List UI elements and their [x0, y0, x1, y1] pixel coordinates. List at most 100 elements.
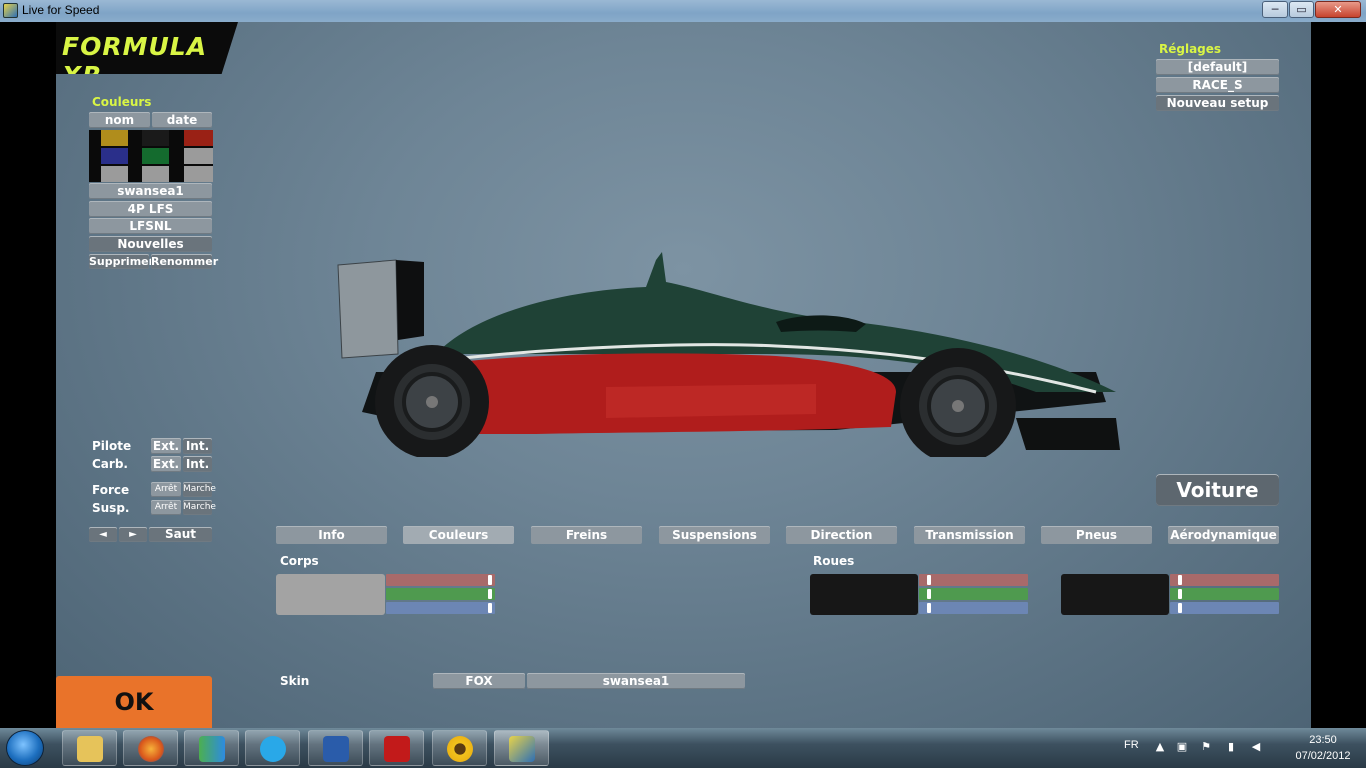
- body-blue-slider[interactable]: [386, 602, 495, 614]
- slider-knob[interactable]: [488, 589, 492, 599]
- colour-swatch[interactable]: [184, 166, 213, 182]
- jump-button[interactable]: Saut: [149, 527, 212, 542]
- word-icon: [323, 736, 349, 762]
- colour-swatch[interactable]: [101, 148, 128, 164]
- clock-time[interactable]: 23:50: [1290, 734, 1356, 746]
- colour-swatch[interactable]: [142, 148, 169, 164]
- maximize-button[interactable]: ▭: [1289, 1, 1314, 18]
- skin-name-field[interactable]: swansea1: [527, 673, 745, 689]
- sort-by-date-button[interactable]: date: [152, 112, 212, 128]
- wheel-colour-swatch-1[interactable]: [810, 574, 918, 615]
- body-colour-swatch[interactable]: [276, 574, 385, 615]
- show-hidden-icons[interactable]: ▲: [1154, 741, 1166, 753]
- sort-by-name-button[interactable]: nom: [89, 112, 150, 128]
- minimize-button[interactable]: ─: [1262, 1, 1288, 18]
- slider-knob[interactable]: [488, 603, 492, 613]
- wheel1-green-slider[interactable]: [919, 588, 1028, 600]
- setup-item[interactable]: [default]: [1156, 59, 1279, 75]
- colour-swatch[interactable]: [184, 148, 213, 164]
- body-green-slider[interactable]: [386, 588, 495, 600]
- body-red-slider[interactable]: [386, 574, 495, 586]
- messenger-icon: [199, 736, 225, 762]
- force-on-button[interactable]: Marche: [183, 482, 216, 497]
- new-colours-button[interactable]: Nouvelles couleurs: [89, 236, 212, 267]
- tab-colours[interactable]: Couleurs: [403, 526, 514, 544]
- colour-scheme-item[interactable]: 4P LFS: [89, 201, 212, 217]
- signal-icon[interactable]: ▮: [1225, 741, 1237, 753]
- susp-on-button[interactable]: Marche: [183, 500, 216, 515]
- start-button[interactable]: [6, 730, 44, 766]
- tab-steering[interactable]: Direction: [786, 526, 897, 544]
- colour-swatch[interactable]: [101, 130, 128, 146]
- taskbar-app-acrobat[interactable]: [369, 730, 424, 766]
- skype-icon: [260, 736, 286, 762]
- tab-transmission[interactable]: Transmission: [914, 526, 1025, 544]
- front-wing: [1016, 418, 1120, 450]
- colour-scheme-item[interactable]: LFSNL: [89, 218, 212, 234]
- taskbar-app-sunflower[interactable]: [432, 730, 487, 766]
- rear-wing: [337, 259, 399, 359]
- ok-button[interactable]: OK: [56, 676, 212, 728]
- setup-item[interactable]: RACE_S: [1156, 77, 1279, 93]
- tab-tyres[interactable]: Pneus: [1041, 526, 1152, 544]
- new-setup-button[interactable]: Nouveau setup: [1156, 95, 1279, 111]
- slider-knob[interactable]: [927, 575, 931, 585]
- taskbar-app-skype[interactable]: [245, 730, 300, 766]
- colour-swatch[interactable]: [184, 130, 213, 146]
- colour-swatch[interactable]: [142, 166, 169, 182]
- force-off-button[interactable]: Arrêt: [151, 482, 181, 497]
- colour-swatch[interactable]: [101, 166, 128, 182]
- wheels-colour-label: Roues: [813, 554, 855, 568]
- colour-scheme-item[interactable]: swansea1: [89, 183, 212, 199]
- taskbar-app-firefox[interactable]: [123, 730, 178, 766]
- flag-icon[interactable]: ⚑: [1200, 741, 1212, 753]
- slider-knob[interactable]: [927, 603, 931, 613]
- rename-colours-button[interactable]: Renommer: [151, 254, 218, 269]
- taskbar-app-messenger[interactable]: [184, 730, 239, 766]
- taskbar-app-word[interactable]: [308, 730, 363, 766]
- right-letterbox: [1311, 22, 1366, 728]
- taskbar-app-file-explorer[interactable]: [62, 730, 117, 766]
- car-preview: [337, 252, 1120, 457]
- garage-screen: FORMULA XR Couleurs nom date swansea1 4P…: [56, 22, 1311, 728]
- skin-car-code[interactable]: FOX: [433, 673, 525, 689]
- fuel-ext-button[interactable]: Ext.: [151, 456, 181, 472]
- wheel2-green-slider[interactable]: [1170, 588, 1279, 600]
- fuel-int-button[interactable]: Int.: [183, 456, 212, 472]
- delete-colours-button[interactable]: Supprimer: [89, 254, 154, 269]
- volume-icon[interactable]: ◀: [1250, 741, 1262, 753]
- wheel2-red-slider[interactable]: [1170, 574, 1279, 586]
- wheel1-blue-slider[interactable]: [919, 602, 1028, 614]
- slider-knob[interactable]: [1178, 603, 1182, 613]
- wheel1-red-slider[interactable]: [919, 574, 1028, 586]
- network-icon[interactable]: ▣: [1176, 741, 1188, 753]
- slider-knob[interactable]: [1178, 575, 1182, 585]
- wheel2-blue-slider[interactable]: [1170, 602, 1279, 614]
- prev-view-button[interactable]: ◄: [89, 527, 117, 542]
- firefox-icon: [138, 736, 164, 762]
- folder-icon: [77, 736, 103, 762]
- slider-knob[interactable]: [488, 575, 492, 585]
- colour-swatch[interactable]: [142, 130, 169, 146]
- taskbar-app-live-for-speed[interactable]: [494, 730, 549, 766]
- susp-off-button[interactable]: Arrêt: [151, 500, 181, 515]
- force-label: Force: [92, 483, 130, 497]
- slider-knob[interactable]: [927, 589, 931, 599]
- tab-brakes[interactable]: Freins: [531, 526, 642, 544]
- slider-knob[interactable]: [1178, 589, 1182, 599]
- sunflower-icon: [447, 736, 473, 762]
- driver-ext-button[interactable]: Ext.: [151, 438, 181, 454]
- close-button[interactable]: ✕: [1315, 1, 1361, 18]
- driver-int-button[interactable]: Int.: [183, 438, 212, 454]
- clock-date[interactable]: 07/02/2012: [1290, 750, 1356, 762]
- taskbar: FR ▲ ▣ ⚑ ▮ ◀ 23:50 07/02/2012: [0, 728, 1366, 768]
- language-indicator[interactable]: FR: [1124, 739, 1139, 751]
- car-name: FORMULA XR: [62, 32, 208, 90]
- tab-suspension[interactable]: Suspensions: [659, 526, 770, 544]
- tab-info[interactable]: Info: [276, 526, 387, 544]
- car-view-button[interactable]: Voiture: [1156, 474, 1279, 506]
- next-view-button[interactable]: ►: [119, 527, 147, 542]
- wheel-colour-swatch-2[interactable]: [1061, 574, 1169, 615]
- tab-aerodynamics[interactable]: Aérodynamique: [1168, 526, 1279, 544]
- acrobat-icon: [384, 736, 410, 762]
